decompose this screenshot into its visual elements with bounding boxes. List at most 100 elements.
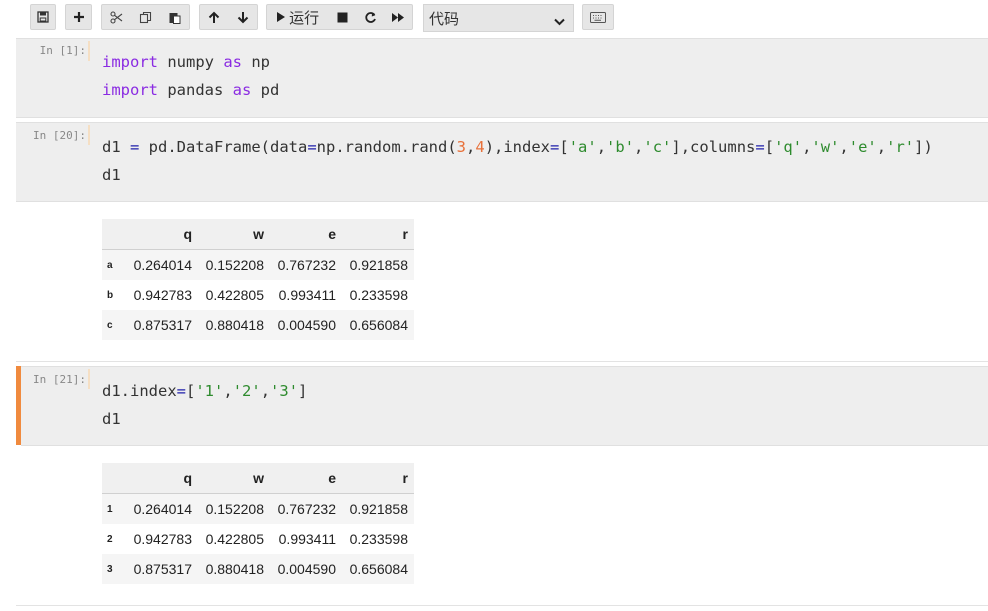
table-header-row: q w e r: [102, 219, 414, 250]
keyboard-icon: [590, 11, 606, 23]
arrow-up-icon: [208, 11, 220, 24]
prompt-divider: [88, 369, 90, 389]
dataframe-table: q w e r a 0.264014 0.152208 0.767232 0.9…: [102, 219, 414, 340]
table-cell: 0.942783: [133, 531, 192, 547]
prompt-divider: [88, 41, 90, 61]
cut-icon: [110, 10, 123, 24]
table-cell: 0.993411: [278, 287, 336, 303]
restart-button[interactable]: [356, 5, 384, 29]
paste-icon: [168, 11, 181, 24]
move-up-button[interactable]: [200, 5, 229, 29]
table-header-row: q w e r: [102, 463, 414, 494]
table-cell: 0.233598: [349, 287, 408, 303]
table-cell: 0.921858: [349, 257, 408, 273]
table-cell: 0.656084: [349, 561, 408, 577]
code-editor[interactable]: d1.index=['1','2','3'] d1: [102, 378, 307, 433]
chevron-down-icon: [554, 12, 565, 30]
code-editor[interactable]: d1 = pd.DataFrame(data=np.random.rand(3,…: [102, 134, 933, 189]
row-index: 1: [107, 503, 113, 515]
save-icon: [37, 11, 49, 23]
table-cell: 0.880418: [205, 561, 264, 577]
dataframe-table: q w e r 1 0.264014 0.152208 0.767232 0.9…: [102, 463, 414, 584]
input-prompt: In [21]:: [33, 373, 86, 386]
arrow-down-icon: [237, 11, 249, 24]
insert-cell-button[interactable]: [65, 4, 92, 30]
column-header: e: [270, 463, 342, 494]
table-cell: 0.767232: [277, 501, 336, 517]
table-cell: 0.152208: [205, 257, 264, 273]
cell-input-area[interactable]: In [20]: d1 = pd.DataFrame(data=np.rando…: [16, 122, 988, 202]
row-index: 2: [107, 533, 113, 545]
input-prompt: In [20]:: [33, 129, 86, 142]
index-header: [102, 463, 126, 494]
cut-button[interactable]: [102, 5, 131, 29]
run-label: 运行: [289, 8, 320, 27]
column-header: e: [270, 219, 342, 250]
cell-output-area: q w e r 1 0.264014 0.152208 0.767232 0.9…: [16, 446, 988, 606]
table-row: b 0.942783 0.422805 0.993411 0.233598: [102, 280, 414, 310]
index-header: [102, 219, 126, 250]
row-index: 3: [107, 563, 113, 575]
code-cell-21[interactable]: In [21]: d1.index=['1','2','3'] d1 q w e…: [16, 366, 988, 606]
row-index: b: [107, 289, 114, 301]
run-button[interactable]: 运行: [267, 5, 328, 29]
fast-forward-icon: [391, 12, 405, 23]
run-icon: [276, 11, 286, 23]
cell-type-select[interactable]: 代码: [423, 4, 574, 32]
row-index: a: [107, 259, 113, 271]
cell-input-area[interactable]: In [1]: import numpy as np import pandas…: [16, 38, 988, 118]
table-cell: 0.422805: [205, 531, 264, 547]
run-button-group: 运行: [266, 4, 413, 30]
table-cell: 0.264014: [133, 501, 192, 517]
table-cell: 0.264014: [133, 257, 192, 273]
code-editor[interactable]: import numpy as np import pandas as pd: [102, 49, 279, 104]
interrupt-button[interactable]: [328, 5, 356, 29]
table-cell: 0.875317: [133, 561, 192, 577]
plus-icon: [73, 11, 85, 23]
cell-type-value: 代码: [429, 9, 460, 28]
code-token: import: [102, 53, 158, 71]
table-row: 1 0.264014 0.152208 0.767232 0.921858: [102, 493, 414, 524]
notebook-toolbar: 运行 代码: [0, 0, 988, 36]
column-header: q: [126, 219, 198, 250]
table-cell: 0.004590: [277, 317, 336, 333]
table-cell: 0.004590: [277, 561, 336, 577]
table-row: 3 0.875317 0.880418 0.004590 0.656084: [102, 554, 414, 584]
restart-run-all-button[interactable]: [384, 5, 412, 29]
command-palette-button[interactable]: [582, 4, 614, 30]
table-cell: 0.767232: [277, 257, 336, 273]
cell-input-area[interactable]: In [21]: d1.index=['1','2','3'] d1: [21, 366, 988, 446]
table-cell: 0.422805: [205, 287, 264, 303]
column-header: r: [342, 463, 414, 494]
prompt-divider: [88, 125, 90, 145]
stop-icon: [337, 12, 348, 23]
move-button-group: [199, 4, 258, 30]
column-header: q: [126, 463, 198, 494]
save-button[interactable]: [30, 4, 56, 30]
code-cell-20[interactable]: In [20]: d1 = pd.DataFrame(data=np.rando…: [16, 122, 988, 362]
table-row: 2 0.942783 0.422805 0.993411 0.233598: [102, 524, 414, 554]
table-cell: 0.875317: [133, 317, 192, 333]
table-row: c 0.875317 0.880418 0.004590 0.656084: [102, 310, 414, 340]
code-token: import: [102, 80, 158, 99]
restart-icon: [364, 11, 377, 24]
copy-icon: [139, 11, 152, 24]
column-header: w: [198, 219, 270, 250]
table-cell: 0.152208: [205, 501, 264, 517]
table-cell: 0.233598: [349, 531, 408, 547]
row-index: c: [107, 319, 113, 331]
input-prompt: In [1]:: [39, 44, 86, 57]
cell-output-area: q w e r a 0.264014 0.152208 0.767232 0.9…: [16, 202, 988, 362]
copy-button[interactable]: [131, 5, 160, 29]
table-cell: 0.942783: [133, 287, 192, 303]
table-cell: 0.880418: [205, 317, 264, 333]
column-header: r: [342, 219, 414, 250]
table-cell: 0.656084: [349, 317, 408, 333]
table-row: a 0.264014 0.152208 0.767232 0.921858: [102, 249, 414, 280]
code-token: as: [223, 53, 242, 71]
paste-button[interactable]: [160, 5, 189, 29]
clipboard-button-group: [101, 4, 190, 30]
code-token: as: [232, 80, 252, 99]
code-cell-1[interactable]: In [1]: import numpy as np import pandas…: [16, 38, 988, 118]
move-down-button[interactable]: [229, 5, 258, 29]
